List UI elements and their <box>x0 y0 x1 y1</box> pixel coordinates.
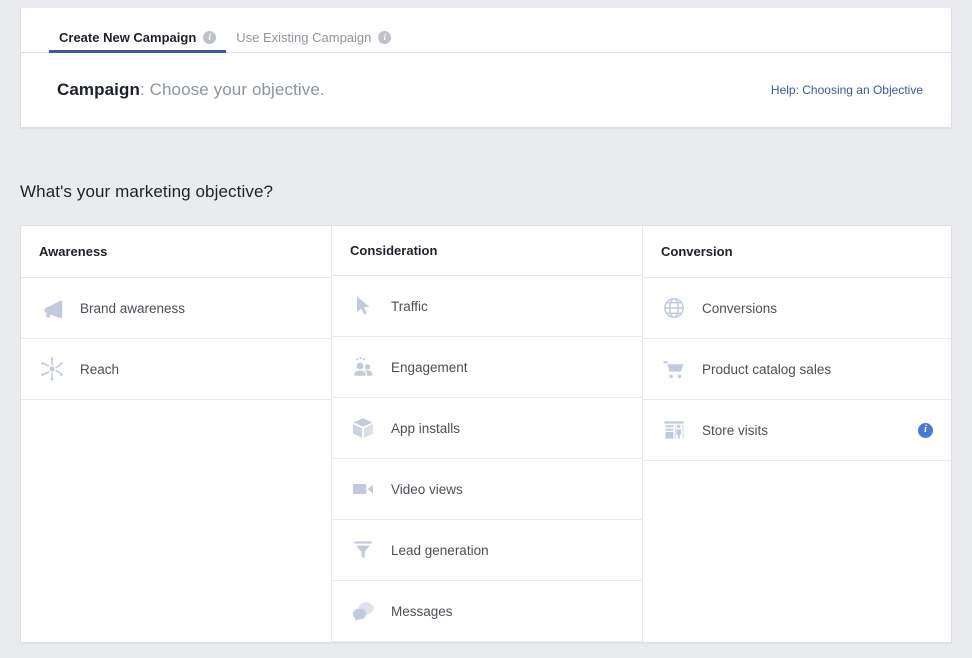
tab-create-new-campaign[interactable]: Create New Campaign i <box>49 8 226 52</box>
video-camera-icon <box>348 477 378 501</box>
objective-label: Lead generation <box>391 543 628 558</box>
objective-label: App installs <box>391 421 628 436</box>
objective-engagement[interactable]: Engagement <box>332 337 642 398</box>
objective-brand-awareness[interactable]: Brand awareness <box>21 278 331 339</box>
storefront-icon <box>659 418 689 442</box>
help-choosing-objective-link[interactable]: Help: Choosing an Objective <box>771 83 923 97</box>
objective-column-awareness: Awareness Brand awareness <box>21 226 332 642</box>
objective-label: Engagement <box>391 360 628 375</box>
objective-conversions[interactable]: Conversions <box>643 278 951 339</box>
campaign-tabbar: Create New Campaign i Use Existing Campa… <box>21 8 951 53</box>
reach-burst-icon <box>37 357 67 381</box>
objective-label: Conversions <box>702 301 937 316</box>
awareness-column-empty-space <box>21 400 331 642</box>
objective-label: Reach <box>80 362 317 377</box>
people-icon <box>348 355 378 379</box>
objective-label: Store visits <box>702 423 918 438</box>
objective-label: Product catalog sales <box>702 362 937 377</box>
objective-label: Messages <box>391 604 628 619</box>
objective-lead-generation[interactable]: Lead generation <box>332 520 642 581</box>
objective-table: Awareness Brand awareness <box>20 225 952 643</box>
objective-product-catalog-sales[interactable]: Product catalog sales <box>643 339 951 400</box>
campaign-objective-row: Campaign: Choose your objective. Help: C… <box>21 53 951 127</box>
objective-messages[interactable]: Messages <box>332 581 642 642</box>
campaign-label: Campaign <box>57 80 140 99</box>
cursor-arrow-icon <box>348 294 378 318</box>
objective-reach[interactable]: Reach <box>21 339 331 400</box>
conversion-column-empty-space <box>643 461 951 642</box>
campaign-subtitle: : Choose your objective. <box>140 80 325 99</box>
objective-traffic[interactable]: Traffic <box>332 276 642 337</box>
megaphone-icon <box>37 296 67 320</box>
objective-column-conversion: Conversion Conversions Product catalog s… <box>643 226 951 642</box>
objective-column-consideration: Consideration Traffic <box>332 226 643 642</box>
page-title: Campaign: Choose your objective. <box>57 80 325 100</box>
column-header-conversion: Conversion <box>643 226 951 278</box>
column-header-awareness: Awareness <box>21 226 331 278</box>
info-icon[interactable]: i <box>918 423 933 438</box>
shopping-cart-icon <box>659 357 689 381</box>
chat-bubbles-icon <box>348 599 378 623</box>
objective-label: Brand awareness <box>80 301 317 316</box>
campaign-header-card: Create New Campaign i Use Existing Campa… <box>20 8 952 128</box>
cube-box-icon <box>348 416 378 440</box>
tab-use-existing-campaign-label: Use Existing Campaign <box>236 16 371 45</box>
objective-label: Traffic <box>391 299 628 314</box>
objective-video-views[interactable]: Video views <box>332 459 642 520</box>
marketing-objective-heading: What's your marketing objective? <box>20 182 273 202</box>
funnel-icon <box>348 538 378 562</box>
column-header-consideration: Consideration <box>332 226 642 276</box>
info-icon[interactable]: i <box>203 31 216 44</box>
tab-use-existing-campaign[interactable]: Use Existing Campaign i <box>226 8 401 52</box>
tab-create-new-campaign-label: Create New Campaign <box>59 16 196 45</box>
info-icon[interactable]: i <box>378 31 391 44</box>
objective-store-visits[interactable]: Store visits i <box>643 400 951 461</box>
objective-app-installs[interactable]: App installs <box>332 398 642 459</box>
objective-label: Video views <box>391 482 628 497</box>
globe-icon <box>659 296 689 320</box>
